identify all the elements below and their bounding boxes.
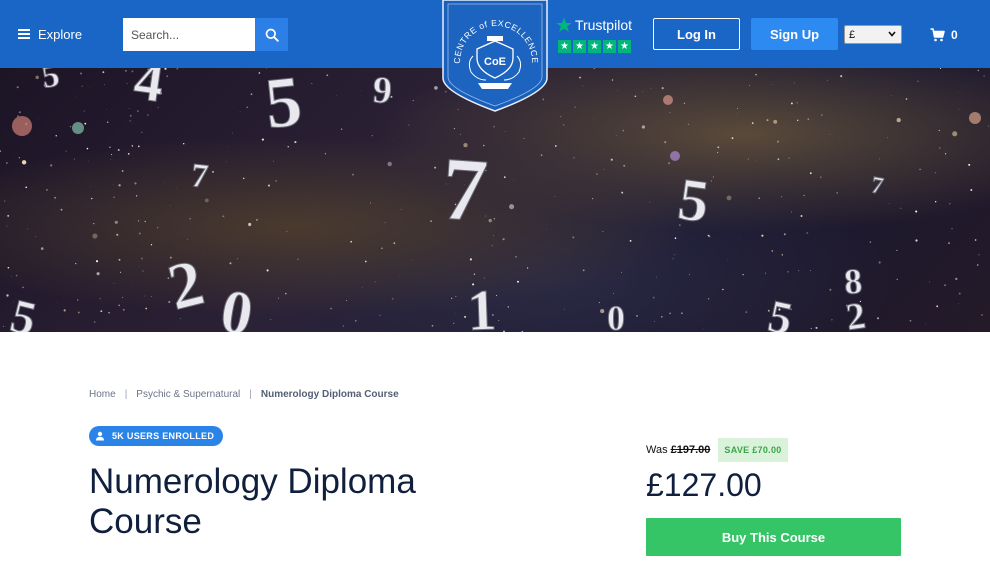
trustpilot-stars: ★ ★ ★ ★ ★: [558, 40, 632, 53]
explore-menu-button[interactable]: Explore: [18, 24, 82, 44]
breadcrumb-separator: |: [249, 389, 252, 400]
cart-count: 0: [951, 28, 958, 42]
buy-course-button[interactable]: Buy This Course: [646, 518, 901, 556]
hero-numeral: 5: [39, 68, 62, 96]
hero-numeral: 4: [130, 68, 168, 115]
was-price: Was £197.00: [646, 444, 710, 456]
currency-select[interactable]: £: [844, 25, 902, 44]
explore-label: Explore: [38, 26, 83, 42]
currency-value: £: [849, 28, 856, 41]
search-input[interactable]: [123, 18, 255, 51]
breadcrumb-separator: |: [124, 389, 128, 400]
breadcrumb: Home | Psychic & Supernatural | Numerolo…: [89, 389, 399, 400]
hero-numeral: 5: [5, 289, 41, 332]
save-badge: SAVE £70.00: [718, 438, 788, 462]
hero-numeral: 0: [216, 277, 258, 332]
hero-numeral: 7: [189, 157, 210, 196]
hero-numeral: 0: [607, 298, 625, 332]
star-icon: ★: [618, 40, 631, 53]
search-bar: [123, 18, 288, 51]
hero-numeral: 1: [466, 277, 497, 332]
page-title: Numerology Diploma Course: [89, 462, 416, 541]
breadcrumb-home[interactable]: Home: [89, 389, 116, 400]
hero-numeral: 2: [161, 246, 211, 325]
star-icon: ★: [603, 40, 616, 53]
rating-stars-partial: [89, 556, 219, 564]
current-price: £127.00: [646, 467, 762, 503]
was-label: Was: [646, 444, 668, 456]
user-icon: [95, 431, 105, 441]
old-price: £197.00: [670, 444, 711, 456]
enrolled-label: 5K USERS ENROLLED: [112, 431, 215, 441]
star-icon: ★: [573, 40, 586, 53]
star-icon: ★: [558, 40, 571, 53]
trustpilot-widget[interactable]: Trustpilot ★ ★ ★ ★ ★: [556, 15, 632, 55]
star-icon: ★: [588, 40, 601, 53]
hero-numeral: 7: [869, 172, 885, 200]
hero-numeral: 5: [261, 68, 305, 144]
hero-numeral: 5: [674, 166, 713, 236]
enrolled-badge: 5K USERS ENROLLED: [89, 426, 224, 446]
search-button[interactable]: [255, 18, 288, 51]
hamburger-icon: [18, 29, 30, 39]
trustpilot-star-icon: [556, 17, 572, 32]
hero-numeral: 9: [371, 69, 393, 112]
coe-logo[interactable]: CENTRE of EXCELLENCE CoE: [442, 0, 548, 112]
breadcrumb-current: Numerology Diploma Course: [260, 389, 399, 400]
cart-icon: [930, 28, 945, 42]
signup-button[interactable]: Sign Up: [751, 18, 838, 50]
search-icon: [265, 28, 279, 42]
cart-button[interactable]: 0: [930, 26, 958, 44]
chevron-down-icon: [888, 31, 896, 37]
login-button[interactable]: Log In: [653, 18, 740, 50]
logo-initials: CoE: [484, 56, 506, 68]
trustpilot-label: Trustpilot: [574, 17, 632, 33]
breadcrumb-category[interactable]: Psychic & Supernatural: [136, 389, 240, 400]
hero-numeral: 7: [439, 139, 491, 241]
hero-numeral: 2: [843, 295, 868, 332]
